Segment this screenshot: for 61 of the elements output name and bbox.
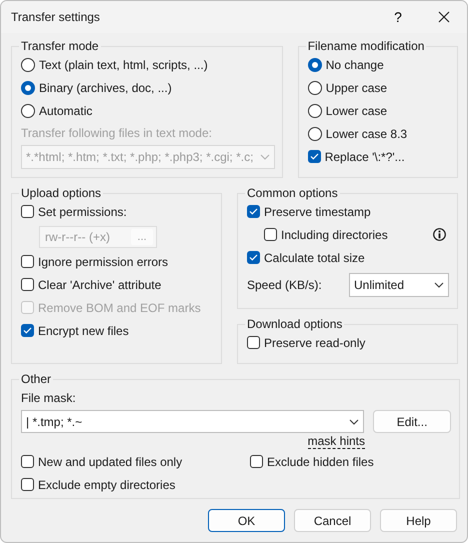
field-label: Transfer following files in text mode: bbox=[21, 125, 213, 142]
radio-button[interactable] bbox=[21, 80, 35, 94]
checkbox[interactable] bbox=[250, 455, 263, 468]
help-button[interactable]: ? bbox=[375, 1, 421, 33]
radio-label[interactable]: No change bbox=[326, 56, 384, 74]
radio-button[interactable] bbox=[308, 80, 322, 94]
checkbox-label[interactable]: Replace '\:*?'... bbox=[324, 148, 405, 166]
radio-label[interactable]: Binary (archives, doc, ...) bbox=[39, 78, 172, 96]
group-title: Other bbox=[20, 372, 52, 386]
info-icon[interactable] bbox=[433, 228, 446, 241]
speed-dropdown[interactable]: Unlimited bbox=[349, 273, 449, 297]
group-title: Upload options bbox=[20, 186, 102, 200]
checkbox[interactable] bbox=[247, 205, 260, 218]
checkbox-label[interactable]: Set permissions: bbox=[38, 202, 127, 220]
checkbox[interactable] bbox=[264, 228, 277, 241]
checkbox[interactable] bbox=[21, 478, 34, 491]
radio-button[interactable] bbox=[308, 104, 322, 118]
edit-button[interactable]: Edit... bbox=[373, 410, 451, 433]
radio-button[interactable] bbox=[308, 58, 322, 72]
radio-label[interactable]: Lower case bbox=[326, 102, 388, 120]
checkbox-label[interactable]: Exclude hidden files bbox=[267, 452, 374, 470]
radio-label[interactable]: Upper case bbox=[326, 78, 388, 96]
file-mask-dropdown[interactable]: | *.tmp; *.~ bbox=[21, 410, 364, 433]
radio-label[interactable]: Lower case 8.3 bbox=[326, 124, 408, 142]
window-title: Transfer settings bbox=[11, 9, 101, 26]
checkbox-label[interactable]: Encrypt new files bbox=[38, 322, 129, 340]
group-title: Download options bbox=[246, 317, 344, 331]
checkbox-label[interactable]: Preserve read-only bbox=[264, 334, 366, 352]
group-title: Transfer mode bbox=[20, 39, 100, 53]
radio-button[interactable] bbox=[21, 58, 35, 72]
checkbox[interactable] bbox=[21, 205, 34, 218]
radio-label[interactable]: Text (plain text, html, scripts, ...) bbox=[39, 56, 208, 74]
checkbox-label[interactable]: Preserve timestamp bbox=[264, 202, 371, 220]
checkbox-label[interactable]: Including directories bbox=[281, 226, 388, 244]
checkbox-label[interactable]: New and updated files only bbox=[38, 452, 182, 470]
checkbox[interactable] bbox=[247, 251, 260, 264]
dialog-button[interactable]: OK bbox=[208, 509, 285, 532]
chevron-down-icon bbox=[260, 154, 270, 160]
chevron-down-icon bbox=[434, 282, 444, 288]
checkbox-label[interactable]: Clear 'Archive' attribute bbox=[38, 276, 162, 294]
chevron-down-icon bbox=[349, 418, 360, 424]
dialog-button[interactable]: Cancel bbox=[294, 509, 371, 532]
checkbox-label[interactable]: Exclude empty directories bbox=[38, 476, 176, 494]
group-title: Filename modification bbox=[306, 39, 426, 53]
checkbox-label[interactable]: Calculate total size bbox=[264, 248, 365, 266]
group-title: Common options bbox=[246, 186, 339, 200]
field-label: Speed (KB/s): bbox=[247, 277, 322, 294]
checkbox[interactable] bbox=[21, 455, 34, 468]
field-label: File mask: bbox=[21, 390, 76, 407]
radio-button[interactable] bbox=[308, 126, 322, 140]
checkbox[interactable] bbox=[247, 336, 260, 349]
mask-hints-link[interactable]: mask hints bbox=[308, 434, 365, 448]
checkbox[interactable] bbox=[308, 150, 321, 163]
close-icon bbox=[438, 11, 450, 23]
radio-label[interactable]: Automatic bbox=[39, 102, 92, 120]
checkbox[interactable] bbox=[21, 255, 34, 268]
dialog-button[interactable]: Help bbox=[380, 509, 457, 532]
checkbox-label[interactable]: Ignore permission errors bbox=[38, 252, 168, 270]
radio-button[interactable] bbox=[21, 104, 35, 118]
checkbox[interactable] bbox=[21, 324, 34, 337]
checkbox[interactable] bbox=[21, 278, 34, 291]
